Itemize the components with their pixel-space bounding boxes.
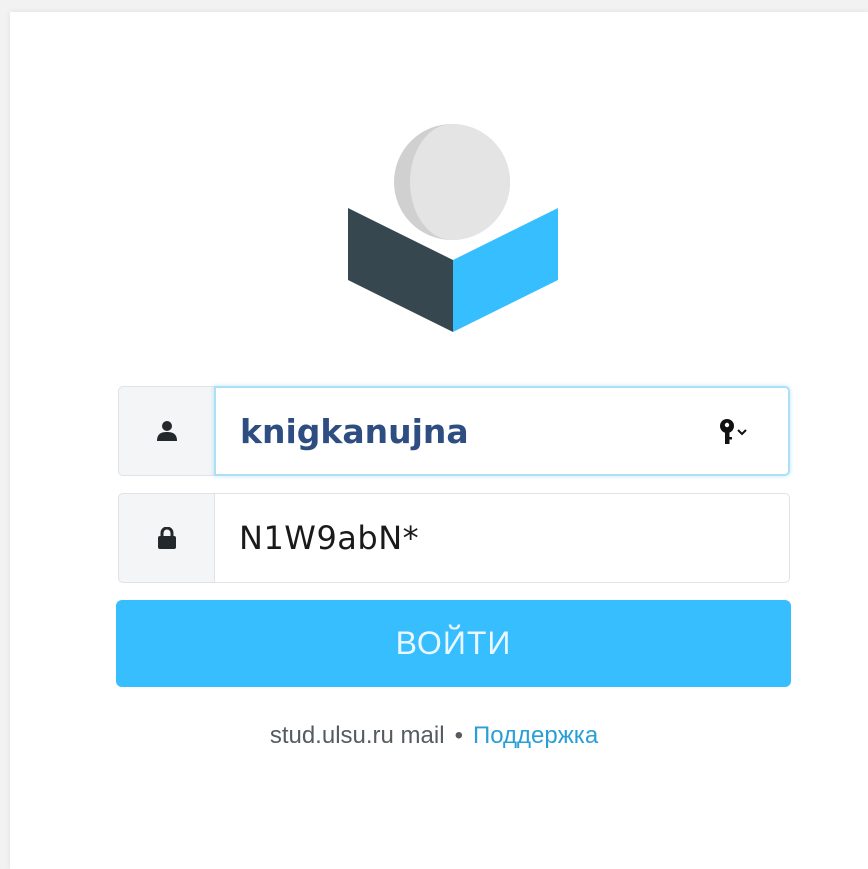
username-input[interactable]: knigkanujna — [214, 386, 790, 476]
login-button[interactable]: ВОЙТИ — [116, 600, 791, 687]
product-name: stud.ulsu.ru mail — [269, 722, 445, 749]
footer: stud.ulsu.ru mail • Поддержка — [0, 722, 868, 750]
username-field: knigkanujna — [118, 386, 790, 476]
support-link[interactable]: Поддержка — [473, 722, 598, 749]
password-manager-button[interactable] — [718, 418, 750, 446]
username-value: knigkanujna — [240, 411, 469, 451]
password-addon — [118, 493, 214, 583]
password-value: N1W9abN* — [239, 519, 420, 557]
user-icon — [156, 421, 177, 441]
password-field: N1W9abN* — [118, 493, 790, 583]
password-input[interactable]: N1W9abN* — [214, 493, 790, 583]
username-addon — [118, 386, 214, 476]
lock-icon — [157, 527, 176, 549]
key-icon — [720, 419, 747, 444]
footer-separator: • — [454, 722, 463, 749]
roundcube-logo — [348, 124, 558, 332]
